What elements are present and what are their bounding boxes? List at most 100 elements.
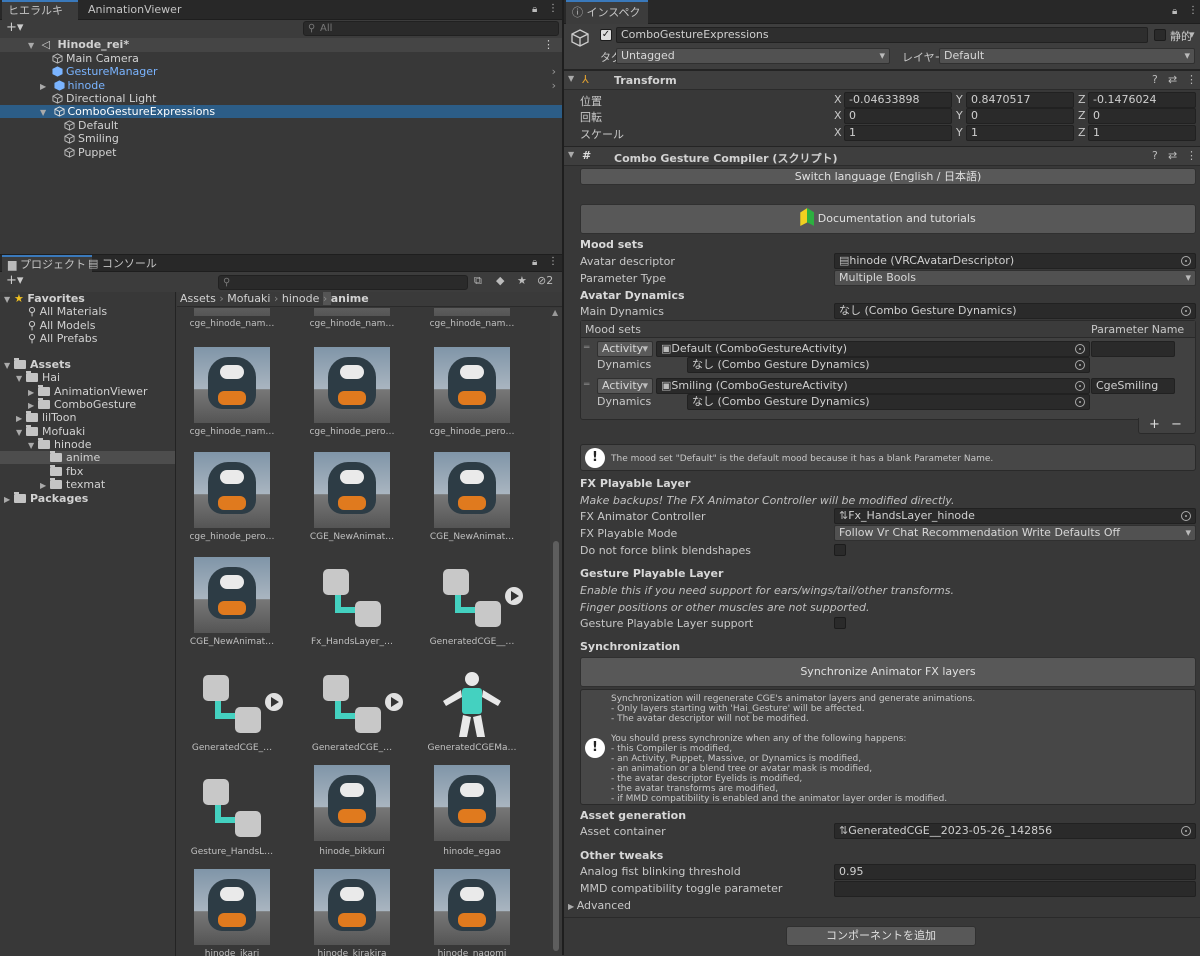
add-entry-icon[interactable]: + bbox=[1149, 417, 1160, 432]
asset-animation-clip[interactable]: CGE_NewAnimat… bbox=[177, 557, 287, 647]
panel-divider[interactable] bbox=[562, 0, 564, 955]
mmd-toggle-field[interactable] bbox=[834, 881, 1196, 897]
project-search-input[interactable]: ⚲ bbox=[218, 275, 468, 290]
asset-avatar-mask[interactable]: GeneratedCGEMa… bbox=[417, 663, 527, 753]
entry-parameter-field[interactable]: CgeSmiling bbox=[1091, 378, 1175, 394]
position-x-field[interactable]: -0.04633898 bbox=[844, 92, 952, 108]
collapse-icon[interactable]: ▼ bbox=[568, 150, 578, 159]
tab-animation-viewer[interactable]: AnimationViewer bbox=[82, 0, 187, 20]
synchronize-button[interactable]: Synchronize Animator FX layers bbox=[580, 657, 1196, 687]
hierarchy-item-hinode[interactable]: ▶ hinode › bbox=[0, 79, 562, 92]
filter-type-icon[interactable]: ⧉ bbox=[474, 274, 482, 288]
play-icon[interactable] bbox=[385, 693, 403, 711]
object-picker-icon[interactable] bbox=[1075, 344, 1085, 354]
advanced-foldout[interactable]: ▶ Advanced bbox=[568, 899, 631, 912]
create-asset-icon[interactable]: +▾ bbox=[6, 273, 23, 288]
asset-container-field[interactable]: ⇅GeneratedCGE__2023-05-26_142856 bbox=[834, 823, 1196, 839]
entry-activity-field[interactable]: ▣Default (ComboGestureActivity) bbox=[656, 341, 1090, 357]
asset-animation-clip[interactable]: cge_hinode_pero… bbox=[297, 347, 407, 437]
component-menu-icon[interactable]: ⋮ bbox=[1186, 149, 1197, 162]
object-picker-icon[interactable] bbox=[1075, 397, 1085, 407]
more-options-icon[interactable]: ⋮ bbox=[548, 3, 558, 14]
hierarchy-item-gesture-manager[interactable]: GestureManager › bbox=[0, 65, 562, 78]
expand-icon[interactable]: ▶ bbox=[16, 412, 26, 425]
folder-combogesture[interactable]: ▶ ComboGesture bbox=[0, 398, 175, 411]
rotation-y-field[interactable]: 0 bbox=[966, 108, 1074, 124]
expand-icon[interactable]: ▼ bbox=[28, 39, 38, 52]
breadcrumb-item[interactable]: Mofuaki bbox=[227, 292, 270, 305]
breadcrumb-item[interactable]: hinode bbox=[282, 292, 319, 305]
entry-activity-field[interactable]: ▣Smiling (ComboGestureActivity) bbox=[656, 378, 1090, 394]
favorites-header[interactable]: ▼ ★ Favorites bbox=[0, 292, 175, 305]
scene-row[interactable]: ▼ ◁ Hinode_rei* ⋮ bbox=[0, 38, 562, 52]
hidden-packages-icon[interactable]: ⊘2 bbox=[537, 274, 553, 287]
drag-handle-icon[interactable]: ═ bbox=[584, 343, 589, 353]
tab-project[interactable]: ▆ プロジェクト bbox=[2, 255, 92, 272]
layer-dropdown[interactable]: Default bbox=[939, 48, 1195, 64]
drag-handle-icon[interactable]: ═ bbox=[584, 380, 589, 390]
favorite-item[interactable]: ⚲ All Prefabs bbox=[0, 332, 175, 345]
chevron-right-icon[interactable]: › bbox=[552, 65, 556, 78]
lock-icon[interactable]: 🔒︎ bbox=[1172, 6, 1177, 17]
help-icon[interactable]: ? bbox=[1152, 149, 1158, 162]
entry-kind-dropdown[interactable]: Activity bbox=[597, 341, 653, 357]
lock-icon[interactable]: 🔒︎ bbox=[532, 257, 537, 268]
hierarchy-item-smiling[interactable]: Smiling bbox=[0, 132, 562, 145]
folder-mofuaki[interactable]: ▼ Mofuaki bbox=[0, 425, 175, 438]
static-checkbox[interactable] bbox=[1154, 29, 1166, 41]
folder-texmat[interactable]: ▶ texmat bbox=[0, 478, 175, 491]
remove-entry-icon[interactable]: − bbox=[1171, 417, 1182, 432]
help-icon[interactable]: ? bbox=[1152, 73, 1158, 86]
object-name-field[interactable]: ComboGestureExpressions bbox=[616, 27, 1148, 43]
scale-z-field[interactable]: 1 bbox=[1088, 125, 1196, 141]
gesture-support-checkbox[interactable] bbox=[834, 617, 846, 629]
fx-mode-dropdown[interactable]: Follow Vr Chat Recommendation Write Defa… bbox=[834, 525, 1196, 541]
entry-parameter-field[interactable] bbox=[1091, 341, 1175, 357]
asset-animation-clip[interactable]: hinode_ikari bbox=[177, 869, 287, 956]
active-checkbox[interactable]: ✓ bbox=[600, 29, 612, 41]
favorite-item[interactable]: ⚲ All Models bbox=[0, 319, 175, 332]
documentation-button[interactable]: Documentation and tutorials bbox=[580, 204, 1196, 234]
asset-animator-controller[interactable]: Fx_HandsLayer_… bbox=[297, 557, 407, 647]
asset-animator-controller[interactable]: Gesture_HandsL… bbox=[177, 767, 287, 857]
tab-console[interactable]: ▤ コンソール bbox=[82, 255, 163, 272]
hierarchy-item-default[interactable]: Default bbox=[0, 119, 562, 132]
transform-header[interactable]: ▼ ⅄ Transform ? ⇄ ⋮ bbox=[564, 70, 1200, 90]
add-object-icon[interactable]: +▾ bbox=[6, 20, 23, 35]
asset-animation-clip[interactable]: cge_hinode_pero… bbox=[417, 347, 527, 437]
folder-hai[interactable]: ▼ Hai bbox=[0, 371, 175, 384]
favorite-item[interactable]: ⚲ All Materials bbox=[0, 305, 175, 318]
expand-icon[interactable]: ▶ bbox=[568, 902, 577, 911]
folder-anime[interactable]: anime bbox=[0, 451, 175, 464]
scale-y-field[interactable]: 1 bbox=[966, 125, 1074, 141]
asset-animation-clip[interactable]: CGE_NewAnimat… bbox=[297, 452, 407, 542]
fx-controller-field[interactable]: ⇅Fx_HandsLayer_hinode bbox=[834, 508, 1196, 524]
expand-icon[interactable]: ▶ bbox=[40, 479, 50, 492]
parameter-type-dropdown[interactable]: Multiple Bools bbox=[834, 270, 1196, 286]
object-picker-icon[interactable] bbox=[1181, 826, 1191, 836]
play-icon[interactable] bbox=[265, 693, 283, 711]
entry-dynamics-field[interactable]: なし (Combo Gesture Dynamics) bbox=[687, 394, 1090, 410]
scroll-up-icon[interactable]: ▲ bbox=[552, 308, 558, 317]
asset-animation-clip[interactable]: CGE_NewAnimat… bbox=[417, 452, 527, 542]
hierarchy-item-puppet[interactable]: Puppet bbox=[0, 146, 562, 159]
breadcrumb-item[interactable]: Assets bbox=[180, 292, 216, 305]
asset-grid-scrollbar[interactable]: ▲ bbox=[550, 308, 562, 956]
entry-dynamics-field[interactable]: なし (Combo Gesture Dynamics) bbox=[687, 357, 1090, 373]
play-icon[interactable] bbox=[505, 587, 523, 605]
scene-menu-icon[interactable]: ⋮ bbox=[543, 38, 554, 51]
favorite-star-icon[interactable]: ★ bbox=[517, 274, 527, 287]
assets-root[interactable]: ▼ Assets bbox=[0, 358, 175, 371]
scrollbar-thumb[interactable] bbox=[553, 541, 559, 951]
collapse-icon[interactable]: ▼ bbox=[40, 106, 50, 119]
asset-animation-clip[interactable]: cge_hinode_nam… bbox=[177, 308, 287, 330]
position-y-field[interactable]: 0.8470517 bbox=[966, 92, 1074, 108]
static-dropdown-icon[interactable]: ▾ bbox=[1189, 28, 1195, 41]
switch-language-button[interactable]: Switch language (English / 日本語) bbox=[580, 168, 1196, 185]
folder-fbx[interactable]: fbx bbox=[0, 465, 175, 478]
expand-icon[interactable]: ▶ bbox=[4, 493, 14, 506]
hierarchy-search-input[interactable]: ⚲ All bbox=[303, 21, 559, 36]
object-picker-icon[interactable] bbox=[1075, 360, 1085, 370]
avatar-descriptor-field[interactable]: ▤hinode (VRCAvatarDescriptor) bbox=[834, 253, 1196, 269]
hierarchy-item-directional-light[interactable]: Directional Light bbox=[0, 92, 562, 105]
